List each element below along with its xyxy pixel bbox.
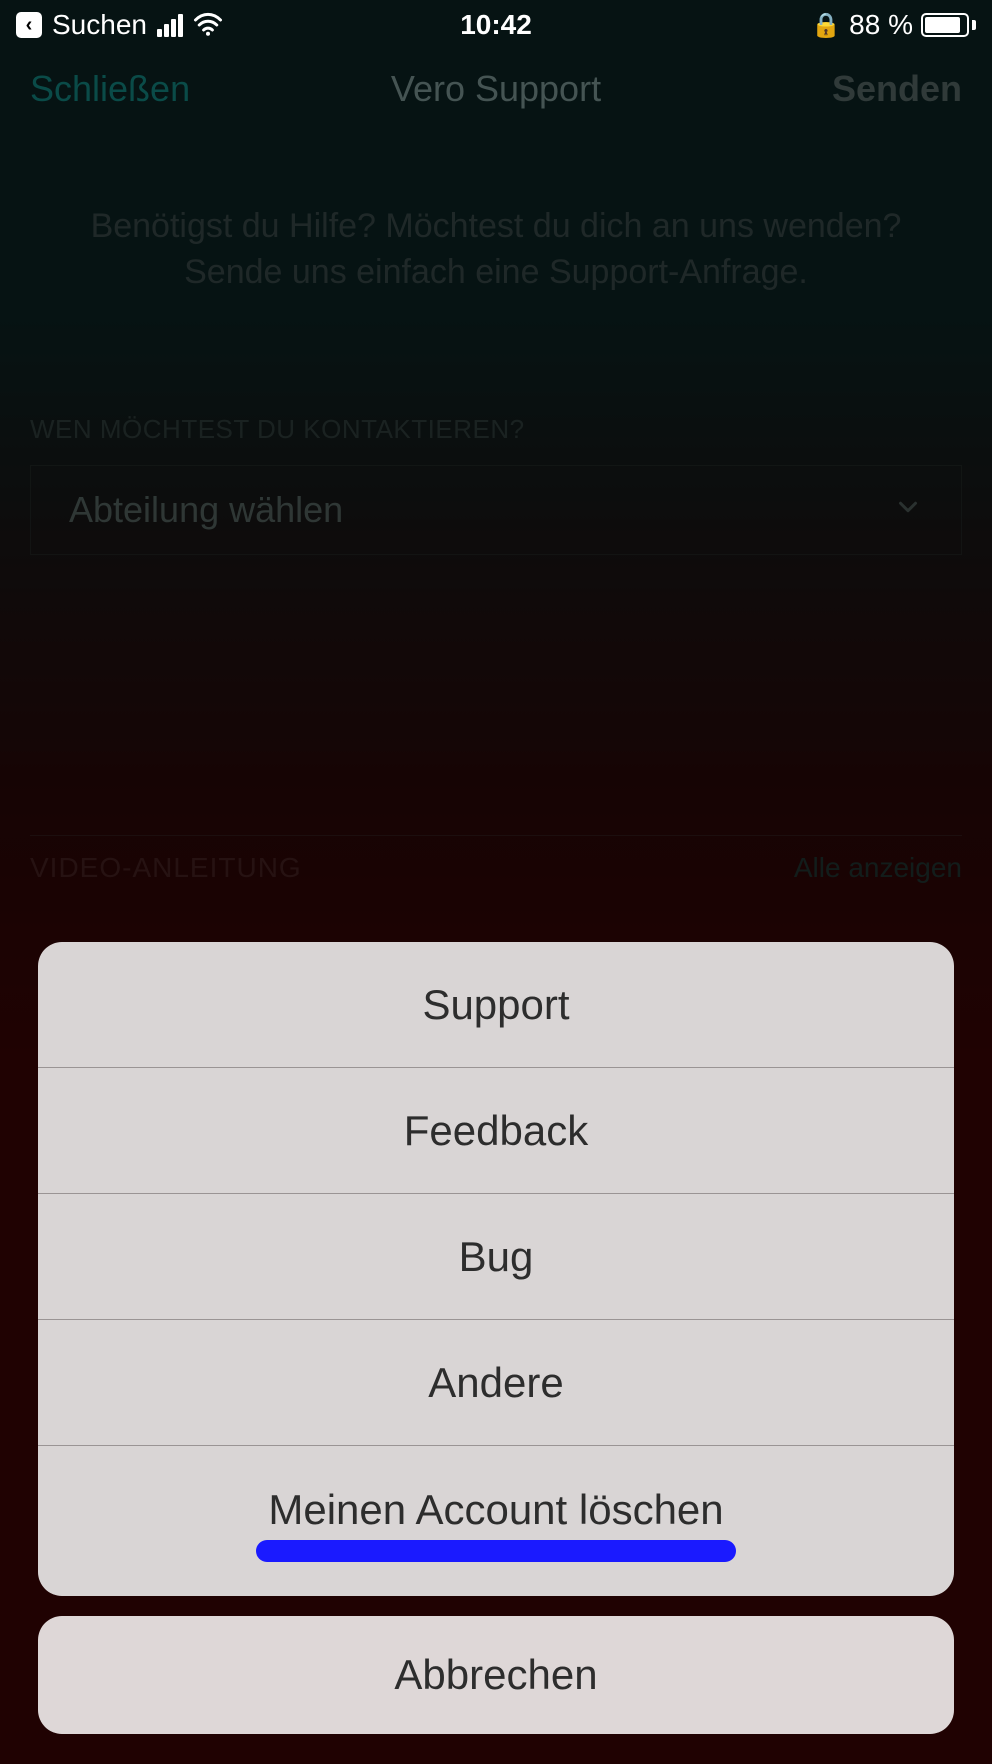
sheet-cancel-label: Abbrechen [394,1651,597,1699]
cellular-signal-icon [157,14,183,37]
sheet-option-label: Support [422,981,569,1029]
nav-header: Schließen Vero Support Senden [0,50,992,128]
sheet-cancel-button[interactable]: Abbrechen [38,1616,954,1734]
close-button[interactable]: Schließen [30,68,190,110]
sheet-option-feedback[interactable]: Feedback [38,1068,954,1194]
status-bar: ‹ Suchen 10:42 🔒 88 % [0,0,992,50]
sheet-option-label: Feedback [404,1107,588,1155]
status-time: 10:42 [460,9,532,41]
page-title: Vero Support [391,68,601,110]
sheet-option-delete-account[interactable]: Meinen Account löschen [38,1446,954,1596]
action-sheet-options: Support Feedback Bug Andere Meinen Accou… [38,942,954,1596]
sheet-option-label: Andere [428,1359,563,1407]
wifi-icon [193,10,223,40]
battery-percent: 88 % [849,9,913,41]
orientation-lock-icon: 🔒 [811,11,841,40]
back-to-app-icon[interactable]: ‹ [16,12,42,38]
battery-icon [921,13,976,37]
sheet-option-label: Meinen Account löschen [268,1486,723,1534]
sheet-option-support[interactable]: Support [38,942,954,1068]
sheet-option-bug[interactable]: Bug [38,1194,954,1320]
send-button[interactable]: Senden [832,68,962,110]
redaction-bar [256,1540,736,1562]
action-sheet: Support Feedback Bug Andere Meinen Accou… [38,942,954,1734]
sheet-option-other[interactable]: Andere [38,1320,954,1446]
sheet-option-label: Bug [459,1233,534,1281]
back-to-app-label[interactable]: Suchen [52,9,147,41]
